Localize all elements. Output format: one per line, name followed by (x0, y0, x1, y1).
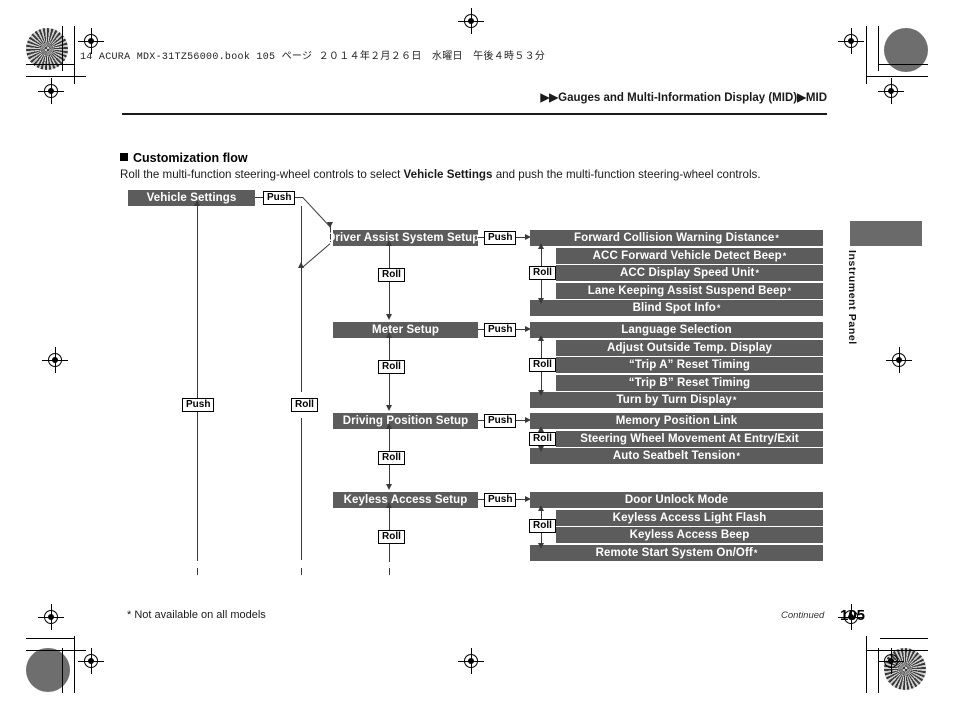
item-bar-keyless-access-light-flash[interactable]: Keyless Access Light Flash (556, 509, 823, 526)
bar-label: “Trip B” Reset Timing (628, 376, 751, 389)
footnote: * Not available on all models (127, 609, 266, 621)
item-bar-adjust-outside-temp-display[interactable]: Adjust Outside Temp. Display (556, 339, 823, 356)
menu-bar-keyless-access-setup[interactable]: Keyless Access Setup (333, 492, 478, 508)
arrow-up-icon (193, 200, 200, 206)
chapter-tab-block (850, 221, 922, 246)
item-bar-memory-position-link[interactable]: Memory Position Link (530, 413, 823, 429)
bar-label: Remote Start System On/Off (595, 546, 753, 559)
arrow-down-icon (385, 405, 392, 411)
push-tag[interactable]: Push (263, 191, 296, 205)
push-tag-menu-3[interactable]: Push (484, 493, 517, 507)
asterisk-marker: * (736, 451, 741, 461)
item-bar-remote-start-system-on-off[interactable]: Remote Start System On/Off * (530, 544, 823, 561)
menu-bar-driver-assist-system-setup[interactable]: Driver Assist System Setup* (327, 230, 484, 246)
arrow-down-icon (537, 298, 544, 304)
roll-tag-menu-0[interactable]: Roll (378, 268, 405, 282)
dashed-line-end (300, 568, 302, 575)
arrow-up-icon (385, 240, 392, 246)
roll-tag-menu-3[interactable]: Roll (378, 530, 405, 544)
roll-tag-items-2[interactable]: Roll (529, 431, 556, 446)
arrow-down-icon (326, 222, 333, 228)
arrow-up-icon (537, 243, 544, 249)
item-bar-acc-forward-vehicle-detect-beep[interactable]: ACC Forward Vehicle Detect Beep * (556, 247, 823, 264)
bar-label: Lane Keeping Assist Suspend Beep (587, 284, 787, 297)
bar-label: Vehicle Settings (146, 192, 237, 204)
bar-label: ACC Display Speed Unit (619, 267, 755, 279)
arrow-up-icon (385, 332, 392, 338)
arrow-up-icon (537, 335, 544, 341)
menu-bar-vehicle-settings[interactable]: Vehicle Settings (128, 190, 255, 206)
bar-label: Driving Position Setup (342, 415, 469, 427)
item-bar-steering-wheel-movement-at-entry-exit[interactable]: Steering Wheel Movement At Entry/Exit (556, 430, 823, 447)
dashed-line-end (196, 568, 198, 575)
push-tag-menu-0[interactable]: Push (484, 231, 517, 245)
push-tag-menu-2[interactable]: Push (484, 414, 517, 428)
arrow-up-icon (385, 423, 392, 429)
asterisk-marker: * (716, 303, 721, 313)
connector-line (301, 418, 303, 560)
item-bar-blind-spot-info[interactable]: Blind Spot Info * (530, 300, 823, 316)
asterisk-marker: * (732, 395, 737, 405)
arrow-down-icon (385, 484, 392, 490)
menu-bar-driving-position-setup[interactable]: Driving Position Setup (333, 413, 478, 429)
item-bar-language-selection[interactable]: Language Selection (530, 322, 823, 338)
bar-label: ACC Forward Vehicle Detect Beep (592, 249, 782, 262)
bar-label: Keyless Access Setup (343, 494, 468, 506)
menu-bar-meter-setup[interactable]: Meter Setup (333, 322, 478, 338)
bar-label: Keyless Access Beep (629, 529, 750, 541)
item-bar-forward-collision-warning-distance[interactable]: Forward Collision Warning Distance * (530, 230, 823, 246)
asterisk-marker: * (775, 233, 780, 243)
arrow-up-icon (297, 262, 304, 268)
item-bar-lane-keeping-assist-suspend-beep[interactable]: Lane Keeping Assist Suspend Beep * (556, 282, 823, 299)
roll-tag-items-1[interactable]: Roll (529, 358, 556, 372)
bar-label: Auto Seatbelt Tension (612, 450, 736, 462)
bar-label: Driver Assist System Setup (327, 232, 480, 244)
bar-label: Forward Collision Warning Distance (573, 232, 775, 244)
bar-label: Steering Wheel Movement At Entry/Exit (580, 432, 799, 445)
asterisk-marker: * (787, 285, 792, 296)
item-bar-auto-seatbelt-tension[interactable]: Auto Seatbelt Tension * (530, 448, 823, 464)
roll-tag-menu-2[interactable]: Roll (378, 451, 405, 465)
roll-tag-left[interactable]: Roll (291, 398, 318, 412)
asterisk-marker: * (755, 268, 760, 278)
asterisk-marker: * (753, 547, 758, 558)
bar-label: Memory Position Link (615, 415, 738, 427)
roll-tag-items-0[interactable]: Roll (529, 266, 556, 280)
bar-label: “Trip A” Reset Timing (629, 359, 750, 371)
bar-label: Adjust Outside Temp. Display (607, 341, 772, 354)
connector-line (197, 206, 199, 561)
bar-label: Turn by Turn Display (616, 394, 732, 406)
item-bar-trip-a-reset-timing[interactable]: “Trip A” Reset Timing (556, 357, 823, 373)
arrow-up-icon (385, 502, 392, 508)
arrow-up-icon (537, 505, 544, 511)
bar-label: Blind Spot Info (632, 302, 716, 314)
push-tag-menu-1[interactable]: Push (484, 323, 517, 337)
connector-line (301, 206, 303, 392)
arrow-down-icon (537, 446, 544, 452)
chapter-tab-label: Instrument Panel (846, 250, 858, 345)
dashed-line-end (388, 568, 390, 575)
item-bar-trip-b-reset-timing[interactable]: “Trip B” Reset Timing (556, 374, 823, 391)
arrow-down-icon (385, 314, 392, 320)
item-bar-turn-by-turn-display[interactable]: Turn by Turn Display * (530, 392, 823, 408)
asterisk-marker: * (782, 250, 787, 261)
connector-line (255, 197, 263, 199)
connector-line (301, 243, 331, 269)
push-tag-left[interactable]: Push (182, 398, 215, 412)
roll-tag-menu-1[interactable]: Roll (378, 360, 405, 374)
continued-label: Continued (781, 610, 825, 621)
item-bar-acc-display-speed-unit[interactable]: ACC Display Speed Unit * (556, 265, 823, 281)
arrow-down-icon (537, 542, 544, 549)
bar-label: Keyless Access Light Flash (612, 511, 767, 524)
item-bar-door-unlock-mode[interactable]: Door Unlock Mode (530, 492, 823, 508)
bar-label: Door Unlock Mode (624, 494, 729, 506)
page-number: 105 (840, 607, 866, 624)
item-bar-keyless-access-beep[interactable]: Keyless Access Beep (556, 527, 823, 543)
bar-label: Language Selection (621, 324, 732, 336)
roll-tag-items-3[interactable]: Roll (529, 519, 556, 534)
bar-label: Meter Setup (372, 324, 439, 336)
arrow-down-icon (537, 390, 544, 396)
